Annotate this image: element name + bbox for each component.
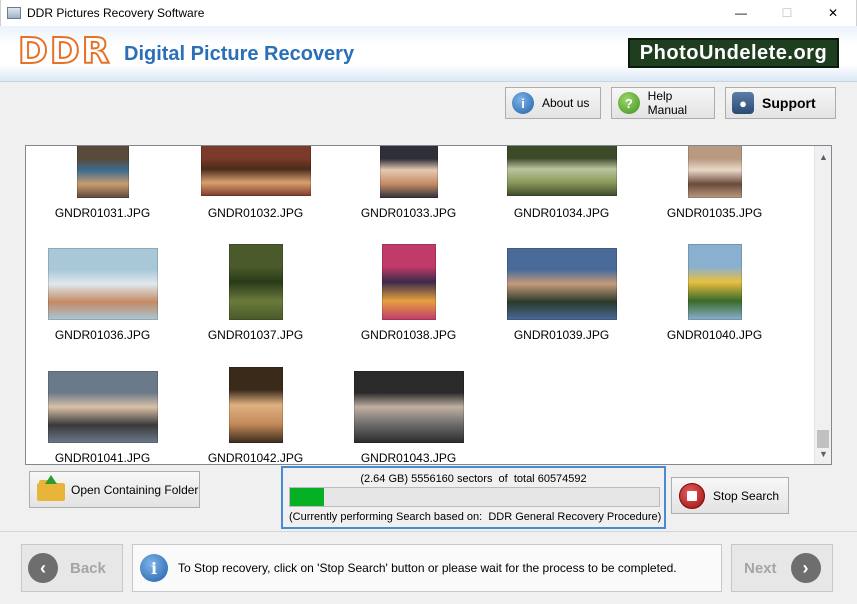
next-arrow-icon: ›	[790, 553, 821, 583]
scroll-down-icon[interactable]: ▼	[815, 445, 831, 462]
footer-divider	[0, 531, 857, 532]
sector-progress-text: (2.64 GB) 5556160 sectors of total 60574…	[283, 473, 664, 485]
file-name-label: GNDR01035.JPG	[666, 206, 763, 220]
help-manual-label: Help Manual	[647, 89, 688, 117]
about-us-label: About us	[542, 96, 590, 110]
info-icon: i	[140, 554, 168, 582]
file-name-label: GNDR01042.JPG	[207, 451, 304, 465]
open-containing-folder-button[interactable]: Open Containing Folder	[29, 471, 200, 508]
photo-thumbnail[interactable]	[687, 244, 742, 320]
next-label: Next	[744, 559, 777, 577]
close-button[interactable]: ✕	[810, 0, 856, 26]
photo-thumbnail[interactable]	[47, 371, 158, 443]
file-name-label: GNDR01043.JPG	[360, 451, 457, 465]
photo-thumbnail[interactable]	[228, 367, 283, 443]
folder-icon	[37, 474, 65, 501]
sectors-done: 5556160	[411, 473, 454, 485]
about-us-button[interactable]: i About us	[505, 87, 601, 119]
maximize-button[interactable]: ☐	[764, 0, 810, 26]
minimize-button[interactable]: —	[718, 0, 764, 26]
file-name-label: GNDR01040.JPG	[666, 328, 763, 342]
photo-thumbnail[interactable]	[76, 146, 129, 198]
file-name-label: GNDR01038.JPG	[360, 328, 457, 342]
window-title: DDR Pictures Recovery Software	[27, 6, 205, 20]
hint-text: To Stop recovery, click on 'Stop Search'…	[178, 561, 677, 575]
next-button[interactable]: Next ›	[731, 544, 833, 592]
help-manual-button[interactable]: ? Help Manual	[611, 87, 715, 119]
photo-thumbnail[interactable]	[379, 146, 438, 198]
photo-thumbnail[interactable]	[200, 146, 311, 196]
back-arrow-icon: ‹	[28, 553, 58, 583]
search-method-status: (Currently performing Search based on: D…	[289, 511, 662, 523]
sectors-label: sectors of total	[456, 473, 535, 485]
brand-logo: PhotoUndelete.org	[628, 38, 839, 68]
info-icon: i	[512, 92, 534, 114]
title-bar: DDR Pictures Recovery Software — ☐ ✕	[0, 0, 857, 26]
photo-thumbnail[interactable]	[506, 248, 617, 320]
photo-thumbnail[interactable]	[228, 244, 283, 320]
photo-thumbnail[interactable]	[47, 248, 158, 320]
app-heading: Digital Picture Recovery	[124, 43, 355, 65]
app-icon	[7, 7, 21, 19]
recovered-size: (2.64 GB)	[360, 473, 409, 485]
search-progress-panel: (2.64 GB) 5556160 sectors of total 60574…	[281, 466, 666, 529]
progress-bar-fill	[290, 488, 324, 506]
photo-thumbnail[interactable]	[381, 244, 436, 320]
file-name-label: GNDR01036.JPG	[54, 328, 151, 342]
support-person-icon: ●	[732, 92, 754, 114]
recovered-files-gallery[interactable]: GNDR01031.JPG GNDR01032.JPG GNDR01033.JPG G…	[25, 145, 832, 465]
help-icon: ?	[618, 92, 640, 114]
photo-thumbnail[interactable]	[506, 146, 617, 196]
file-name-label: GNDR01033.JPG	[360, 206, 457, 220]
photo-thumbnail[interactable]	[687, 146, 742, 198]
hint-status-bar: i To Stop recovery, click on 'Stop Searc…	[132, 544, 722, 592]
scroll-up-icon[interactable]: ▲	[815, 148, 831, 165]
support-button[interactable]: ● Support	[725, 87, 836, 119]
window-controls: — ☐ ✕	[718, 0, 856, 26]
progress-bar	[289, 487, 660, 507]
file-name-label: GNDR01032.JPG	[207, 206, 304, 220]
stop-icon	[679, 482, 705, 509]
file-name-label: GNDR01039.JPG	[513, 328, 610, 342]
header-banner: DDR Digital Picture Recovery PhotoUndele…	[0, 26, 857, 82]
file-name-label: GNDR01041.JPG	[54, 451, 151, 465]
photo-thumbnail[interactable]	[353, 371, 464, 443]
support-label: Support	[762, 95, 816, 111]
file-name-label: GNDR01034.JPG	[513, 206, 610, 220]
file-name-label: GNDR01037.JPG	[207, 328, 304, 342]
vertical-scrollbar[interactable]: ▲ ▼	[814, 146, 831, 464]
open-folder-label: Open Containing Folder	[71, 482, 199, 497]
sectors-total: 60574592	[537, 473, 587, 485]
stop-search-button[interactable]: Stop Search	[671, 477, 789, 514]
file-name-label: GNDR01031.JPG	[54, 206, 151, 220]
toolbar: i About us ? Help Manual ● Support	[0, 82, 857, 126]
back-label: Back	[70, 559, 106, 577]
back-button[interactable]: ‹ Back	[21, 544, 123, 592]
stop-search-label: Stop Search	[713, 488, 780, 503]
ddr-logo: DDR	[17, 31, 112, 73]
